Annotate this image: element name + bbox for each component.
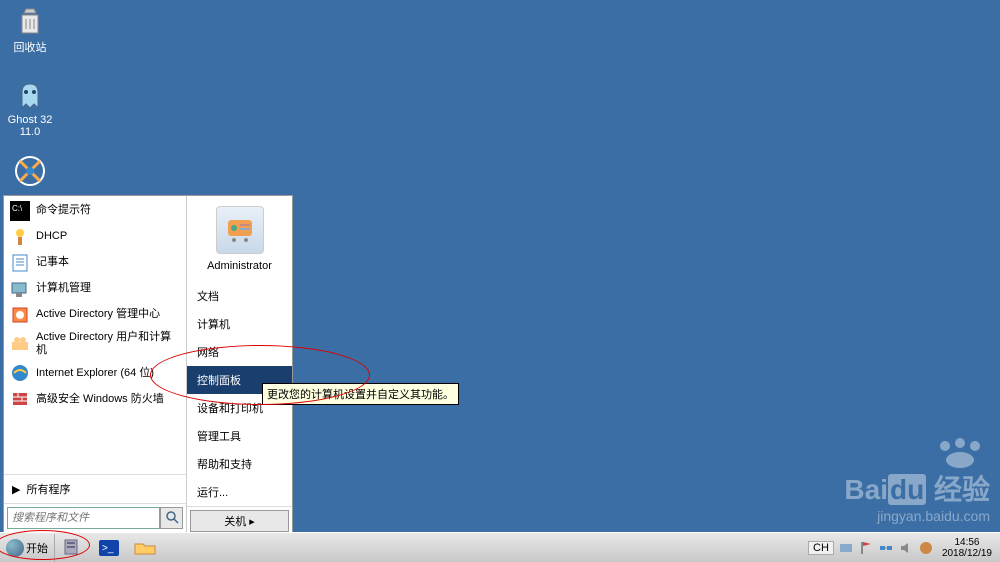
program-ie[interactable]: Internet Explorer (64 位): [4, 360, 186, 386]
taskbar-powershell[interactable]: >_: [93, 536, 125, 560]
tray-network-icon[interactable]: [878, 540, 894, 556]
watermark: Baidu 经验 jingyan.baidu.com: [844, 438, 990, 524]
user-section: Administrator: [187, 200, 292, 282]
powershell-icon: >_: [97, 538, 121, 558]
program-label: 计算机管理: [36, 282, 91, 295]
start-button[interactable]: 开始: [0, 534, 55, 562]
compmgmt-icon: [10, 279, 30, 299]
start-menu-left: C:\ 命令提示符 DHCP 记事本 计算机管理 Active Director…: [4, 196, 187, 532]
adusers-icon: [10, 334, 30, 354]
dhcp-icon: [10, 227, 30, 247]
recycle-label: 回收站: [5, 39, 55, 55]
shutdown-label: 关机: [224, 516, 246, 528]
language-indicator[interactable]: CH: [808, 541, 834, 555]
tooltip: 更改您的计算机设置并自定义其功能。: [262, 383, 459, 405]
tray-icon[interactable]: [918, 540, 934, 556]
ad-icon: [10, 305, 30, 325]
taskbar-server-manager[interactable]: [57, 536, 89, 560]
avatar-icon: [220, 210, 260, 250]
search-button[interactable]: [160, 507, 183, 529]
tray-flag-icon[interactable]: [858, 540, 874, 556]
right-item-help[interactable]: 帮助和支持: [187, 450, 292, 478]
search-input[interactable]: [7, 507, 160, 529]
svg-text:>_: >_: [102, 543, 114, 554]
program-dhcp[interactable]: DHCP: [4, 224, 186, 250]
search-icon: [165, 510, 179, 524]
program-label: 高级安全 Windows 防火墙: [36, 393, 164, 406]
ghost-icon: [14, 80, 46, 112]
tray-sound-icon[interactable]: [898, 540, 914, 556]
program-cmd[interactable]: C:\ 命令提示符: [4, 198, 186, 224]
time: 14:56: [942, 537, 992, 548]
program-label: DHCP: [36, 230, 67, 243]
program-list: C:\ 命令提示符 DHCP 记事本 计算机管理 Active Director…: [4, 196, 186, 474]
start-menu: C:\ 命令提示符 DHCP 记事本 计算机管理 Active Director…: [3, 195, 293, 533]
user-name: Administrator: [187, 260, 292, 272]
program-label: Active Directory 管理中心: [36, 308, 160, 321]
search-row: [4, 503, 186, 532]
watermark-url: jingyan.baidu.com: [844, 508, 990, 524]
program-compmgmt[interactable]: 计算机管理: [4, 276, 186, 302]
taskbar: 开始 >_ CH 14:56 2018/12/19: [0, 532, 1000, 562]
right-item-admin-tools[interactable]: 管理工具: [187, 422, 292, 450]
start-orb-icon: [6, 539, 24, 557]
date: 2018/12/19: [942, 548, 992, 559]
all-programs[interactable]: ▶ 所有程序: [4, 474, 186, 503]
computer-icon: [14, 155, 46, 187]
arrow-right-icon: ▶: [12, 483, 20, 496]
program-label: Active Directory 用户和计算机: [36, 331, 180, 357]
right-item-documents[interactable]: 文档: [187, 282, 292, 310]
right-item-network[interactable]: 网络: [187, 338, 292, 366]
user-avatar[interactable]: [216, 206, 264, 254]
clock[interactable]: 14:56 2018/12/19: [938, 537, 996, 559]
taskbar-explorer[interactable]: [129, 536, 161, 560]
program-label: 命令提示符: [36, 204, 91, 217]
cmd-icon: C:\: [10, 201, 30, 221]
tray-icon[interactable]: [838, 540, 854, 556]
ghost-label: Ghost 32 11.0: [5, 114, 55, 138]
all-programs-label: 所有程序: [26, 481, 70, 497]
system-tray: CH 14:56 2018/12/19: [804, 537, 1000, 559]
server-icon: [61, 538, 85, 558]
desktop-icon-recycle[interactable]: 回收站: [5, 5, 55, 55]
watermark-brand: Baidu 经验: [844, 468, 990, 508]
right-item-run[interactable]: 运行...: [187, 478, 292, 506]
firewall-icon: [10, 389, 30, 409]
program-ad-users[interactable]: Active Directory 用户和计算机: [4, 328, 186, 360]
desktop-icon-computer[interactable]: [5, 155, 55, 189]
program-notepad[interactable]: 记事本: [4, 250, 186, 276]
folder-icon: [133, 538, 157, 558]
desktop-icon-ghost[interactable]: Ghost 32 11.0: [5, 80, 55, 138]
program-label: Internet Explorer (64 位): [36, 367, 154, 380]
ie-icon: [10, 363, 30, 383]
program-label: 记事本: [36, 256, 69, 269]
paw-icon: [930, 438, 990, 468]
notepad-icon: [10, 253, 30, 273]
program-ad-center[interactable]: Active Directory 管理中心: [4, 302, 186, 328]
start-label: 开始: [26, 540, 48, 556]
shutdown-row: 关机 ▸: [187, 506, 292, 535]
right-item-computer[interactable]: 计算机: [187, 310, 292, 338]
recycle-bin-icon: [14, 5, 46, 37]
svg-text:C:\: C:\: [12, 204, 23, 213]
program-firewall[interactable]: 高级安全 Windows 防火墙: [4, 386, 186, 412]
start-menu-right: Administrator 文档 计算机 网络 控制面板 设备和打印机 管理工具…: [187, 196, 292, 532]
shutdown-button[interactable]: 关机 ▸: [190, 510, 289, 532]
